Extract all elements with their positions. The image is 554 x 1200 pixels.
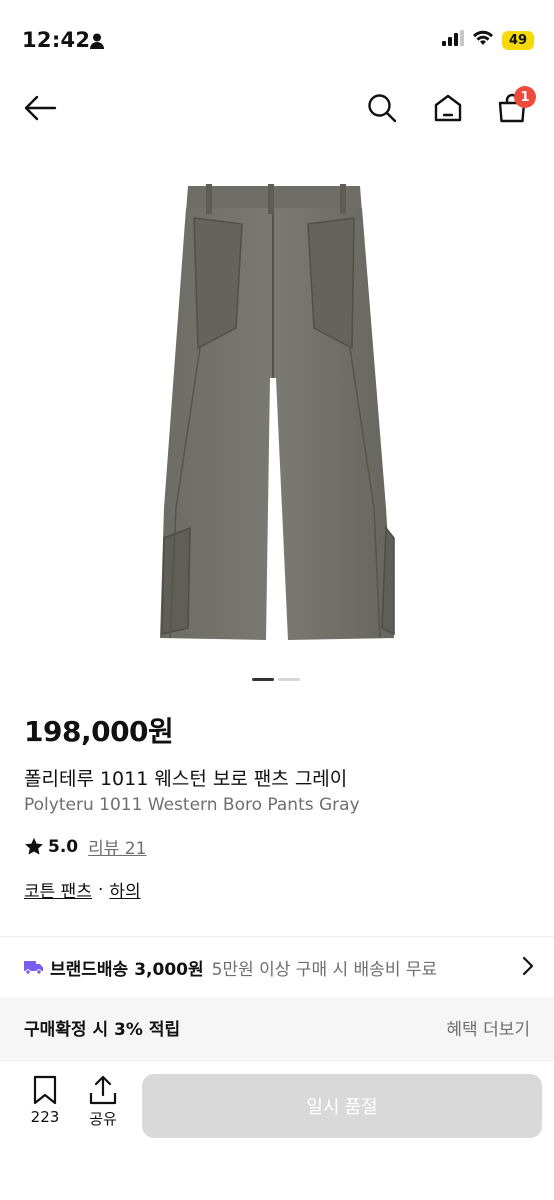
pants-image	[160, 184, 395, 640]
top-navigation: 1	[0, 80, 554, 136]
delivery-info-row[interactable]: 브랜드배송 3,000원 5만원 이상 구매 시 배송비 무료	[24, 950, 534, 984]
delivery-truck-icon	[24, 961, 43, 975]
bookmark-icon	[33, 1075, 57, 1105]
wifi-icon	[472, 30, 494, 50]
search-icon	[368, 94, 397, 123]
product-price: 198,000원	[24, 715, 174, 748]
category-breadcrumb: 코튼 팬츠 · 하의	[24, 877, 141, 903]
image-carousel-indicator[interactable]	[252, 678, 300, 681]
category-link-secondary[interactable]: 하의	[109, 877, 140, 902]
battery-indicator: 49	[502, 30, 534, 50]
cart-count-badge: 1	[514, 86, 536, 108]
back-arrow-icon	[24, 95, 57, 121]
carousel-dot[interactable]	[278, 678, 300, 681]
carousel-dot-active[interactable]	[252, 678, 274, 681]
bookmark-count: 223	[30, 1108, 60, 1126]
home-icon	[434, 94, 462, 122]
back-button[interactable]	[20, 88, 60, 128]
delivery-condition: 5만원 이상 구매 시 배송비 무료	[211, 959, 438, 980]
product-name-korean: 폴리테루 1011 웨스턴 보로 팬츠 그레이	[24, 768, 348, 790]
product-name-english: Polyteru 1011 Western Boro Pants Gray	[24, 795, 360, 815]
share-label: 공유	[89, 1110, 117, 1128]
bottom-action-bar: 223 공유 일시 품절	[0, 1060, 554, 1200]
cart-button[interactable]: 1	[492, 86, 536, 128]
product-image[interactable]	[150, 178, 404, 644]
divider	[0, 936, 554, 937]
signal-icon	[442, 30, 464, 50]
review-link[interactable]: 리뷰 21	[88, 834, 146, 859]
status-indicators: 49	[442, 30, 534, 50]
delivery-fee: 3,000원	[134, 959, 204, 980]
search-button[interactable]	[362, 88, 402, 128]
share-button[interactable]: 공유	[78, 1075, 128, 1129]
share-icon	[89, 1075, 117, 1105]
star-icon	[25, 837, 43, 855]
status-bar: 12:42 49	[0, 0, 554, 80]
rating-row: 5.0 리뷰 21	[24, 834, 146, 859]
rating-value: 5.0	[48, 836, 79, 857]
bookmark-button[interactable]: 223	[20, 1075, 70, 1126]
status-time: 12:42	[22, 28, 91, 52]
person-icon	[90, 33, 104, 53]
chevron-right-icon	[522, 956, 534, 981]
home-button[interactable]	[428, 88, 468, 128]
category-link-primary[interactable]: 코튼 팬츠	[24, 877, 92, 902]
points-benefit-row[interactable]: 구매확정 시 3% 적립 혜택 더보기	[0, 997, 554, 1059]
benefits-more-link[interactable]: 혜택 더보기	[446, 1015, 530, 1040]
points-label: 구매확정 시 3% 적립	[24, 1020, 181, 1040]
delivery-label: 브랜드배송	[50, 959, 129, 980]
category-separator: ·	[97, 879, 104, 900]
sold-out-button[interactable]: 일시 품절	[142, 1074, 542, 1138]
